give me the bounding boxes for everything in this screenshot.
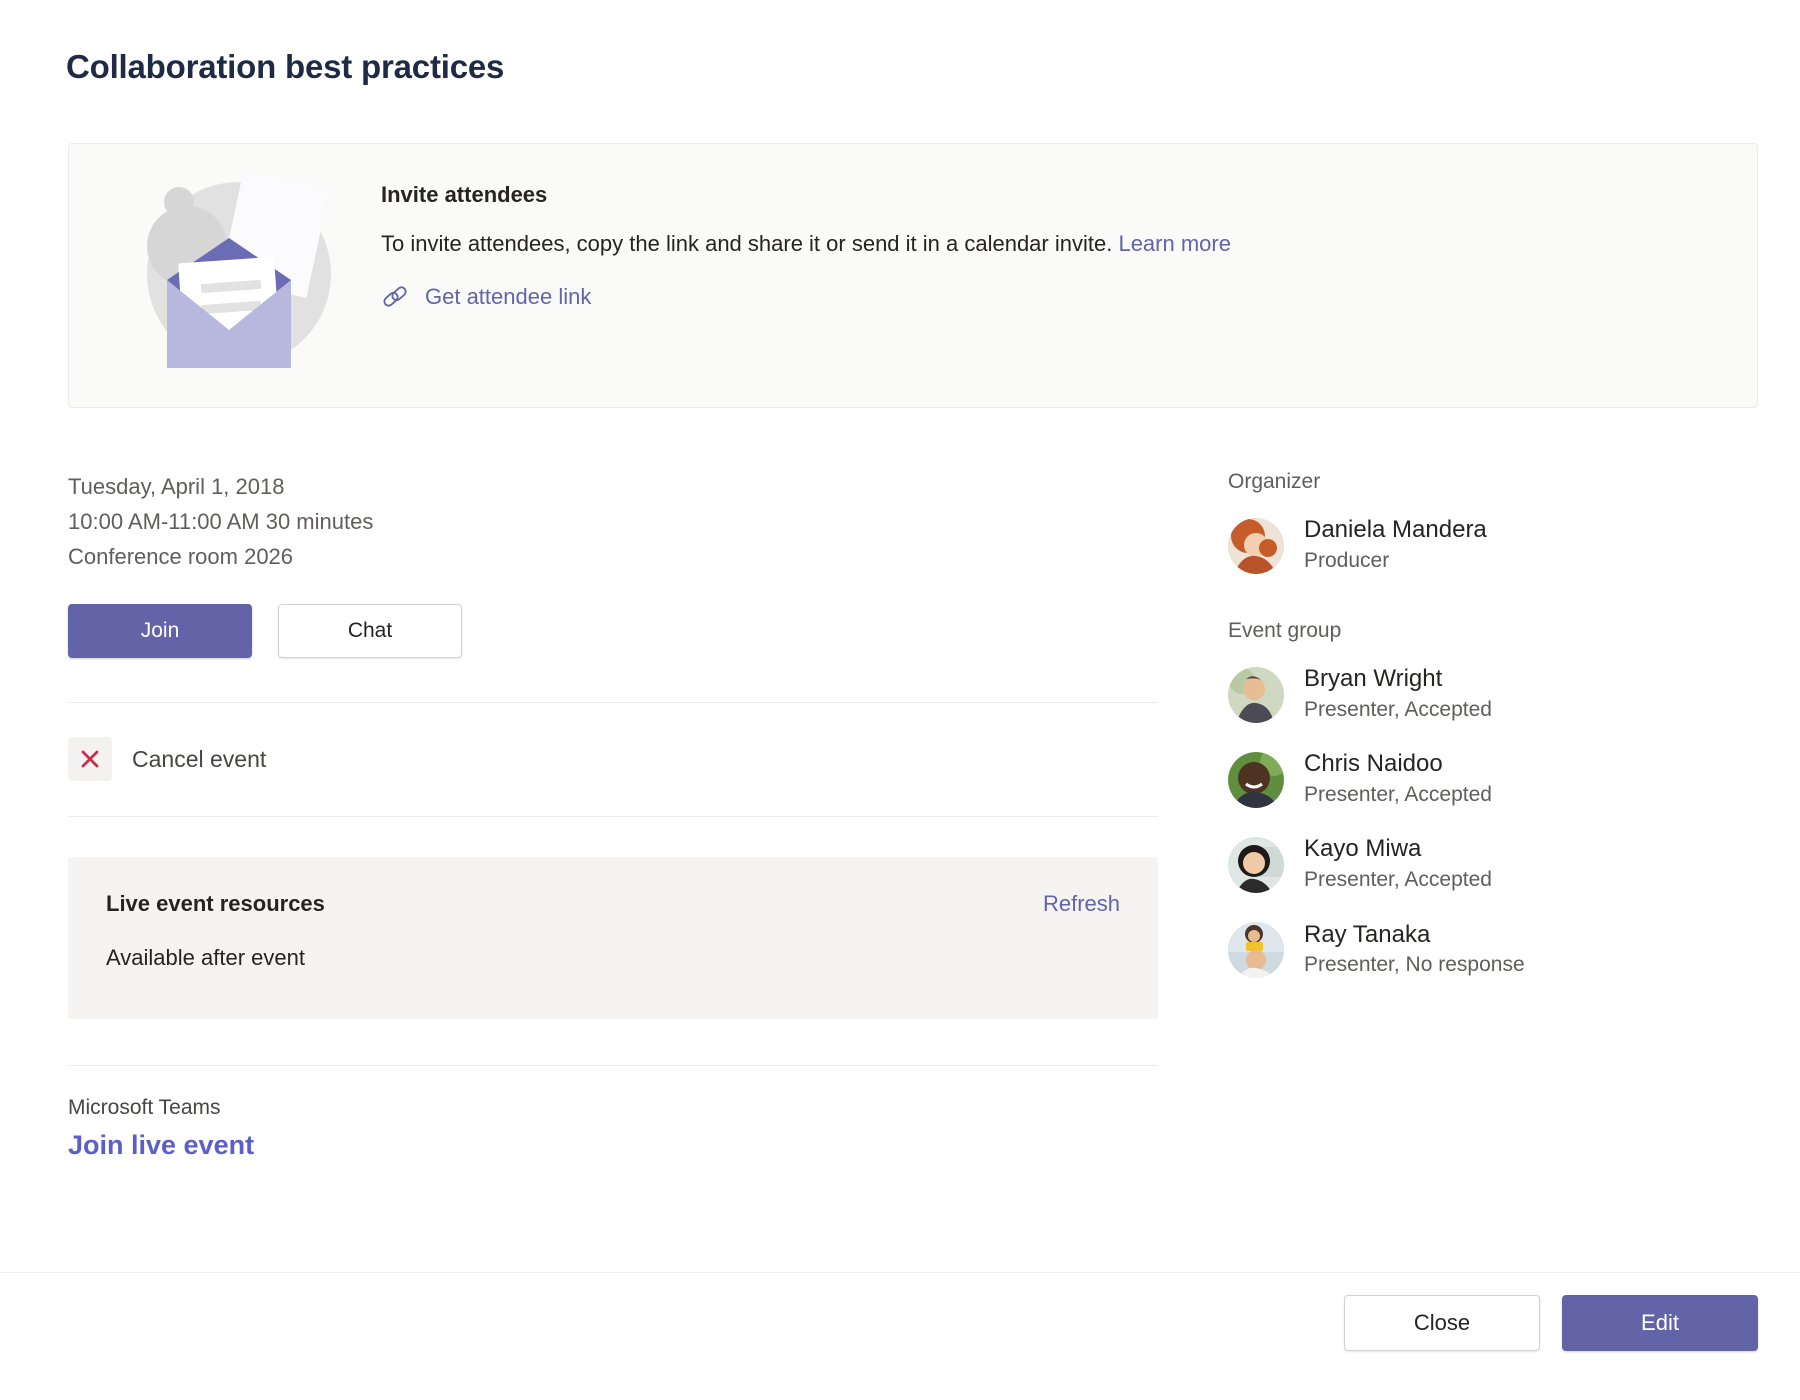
avatar [1228,922,1284,978]
event-action-buttons: Join Chat [68,604,1158,658]
event-group-section-label: Event group [1228,619,1748,643]
organizer-section-label: Organizer [1228,470,1748,494]
person-text: Ray Tanaka Presenter, No response [1304,921,1525,980]
event-details-column: Tuesday, April 1, 2018 10:00 AM-11:00 AM… [68,470,1158,1161]
person-text: Daniela Mandera Producer [1304,516,1487,575]
member-role: Presenter, No response [1304,951,1525,979]
organizer-name: Daniela Mandera [1304,516,1487,545]
get-attendee-link-label: Get attendee link [425,284,591,310]
event-date: Tuesday, April 1, 2018 [68,470,1158,505]
organizer-role: Producer [1304,547,1487,575]
member-name: Bryan Wright [1304,665,1492,694]
get-attendee-link-button[interactable]: Get attendee link [381,283,591,311]
cancel-event-button[interactable]: Cancel event [68,703,266,816]
x-close-icon [68,737,112,781]
avatar [1228,667,1284,723]
avatar [1228,837,1284,893]
learn-more-link[interactable]: Learn more [1118,231,1231,256]
join-live-event-link[interactable]: Join live event [68,1130,254,1161]
join-button[interactable]: Join [68,604,252,658]
member-name: Chris Naidoo [1304,750,1492,779]
list-item[interactable]: Chris Naidoo Presenter, Accepted [1228,750,1748,809]
invite-banner-description: To invite attendees, copy the link and s… [381,230,1727,259]
member-name: Ray Tanaka [1304,921,1525,950]
live-event-resources-status: Available after event [106,945,1120,971]
avatar [1228,752,1284,808]
list-item[interactable]: Ray Tanaka Presenter, No response [1228,921,1748,980]
member-role: Presenter, Accepted [1304,781,1492,809]
list-item[interactable]: Bryan Wright Presenter, Accepted [1228,665,1748,724]
event-location: Conference room 2026 [68,540,1158,575]
person-text: Chris Naidoo Presenter, Accepted [1304,750,1492,809]
member-role: Presenter, Accepted [1304,866,1492,894]
footer-actions: Close Edit [1344,1295,1758,1351]
link-icon [381,283,409,311]
divider-below-cancel [68,816,1158,817]
invite-description-text: To invite attendees, copy the link and s… [381,231,1112,256]
list-item[interactable]: Kayo Miwa Presenter, Accepted [1228,835,1748,894]
event-meta: Tuesday, April 1, 2018 10:00 AM-11:00 AM… [68,470,1158,574]
live-event-resources-card: Live event resources Refresh Available a… [68,857,1158,1019]
divider-above-teams [68,1065,1158,1066]
person-text: Bryan Wright Presenter, Accepted [1304,665,1492,724]
teams-join-block: Microsoft Teams Join live event [68,1065,1158,1161]
member-name: Kayo Miwa [1304,835,1492,864]
envelope-invite-illustration [109,156,349,396]
member-role: Presenter, Accepted [1304,696,1492,724]
live-event-resources-title: Live event resources [106,891,1120,917]
invite-banner-body: Invite attendees To invite attendees, co… [381,182,1727,311]
page-title: Collaboration best practices [66,48,504,86]
cancel-event-label: Cancel event [132,746,266,773]
live-event-details-page: Collaboration best practices Invite atte… [0,0,1800,1400]
person-text: Kayo Miwa Presenter, Accepted [1304,835,1492,894]
refresh-link[interactable]: Refresh [1043,891,1120,917]
avatar [1228,518,1284,574]
close-button[interactable]: Close [1344,1295,1540,1351]
organizer-row[interactable]: Daniela Mandera Producer [1228,516,1748,575]
footer-divider [0,1272,1800,1273]
chat-button[interactable]: Chat [278,604,462,658]
people-column: Organizer Daniela Mandera Producer [1228,470,1748,1006]
invite-banner-heading: Invite attendees [381,182,1727,208]
edit-button[interactable]: Edit [1562,1295,1758,1351]
event-time: 10:00 AM-11:00 AM 30 minutes [68,505,1158,540]
microsoft-teams-label: Microsoft Teams [68,1096,1158,1120]
invite-attendees-banner: Invite attendees To invite attendees, co… [68,143,1758,408]
